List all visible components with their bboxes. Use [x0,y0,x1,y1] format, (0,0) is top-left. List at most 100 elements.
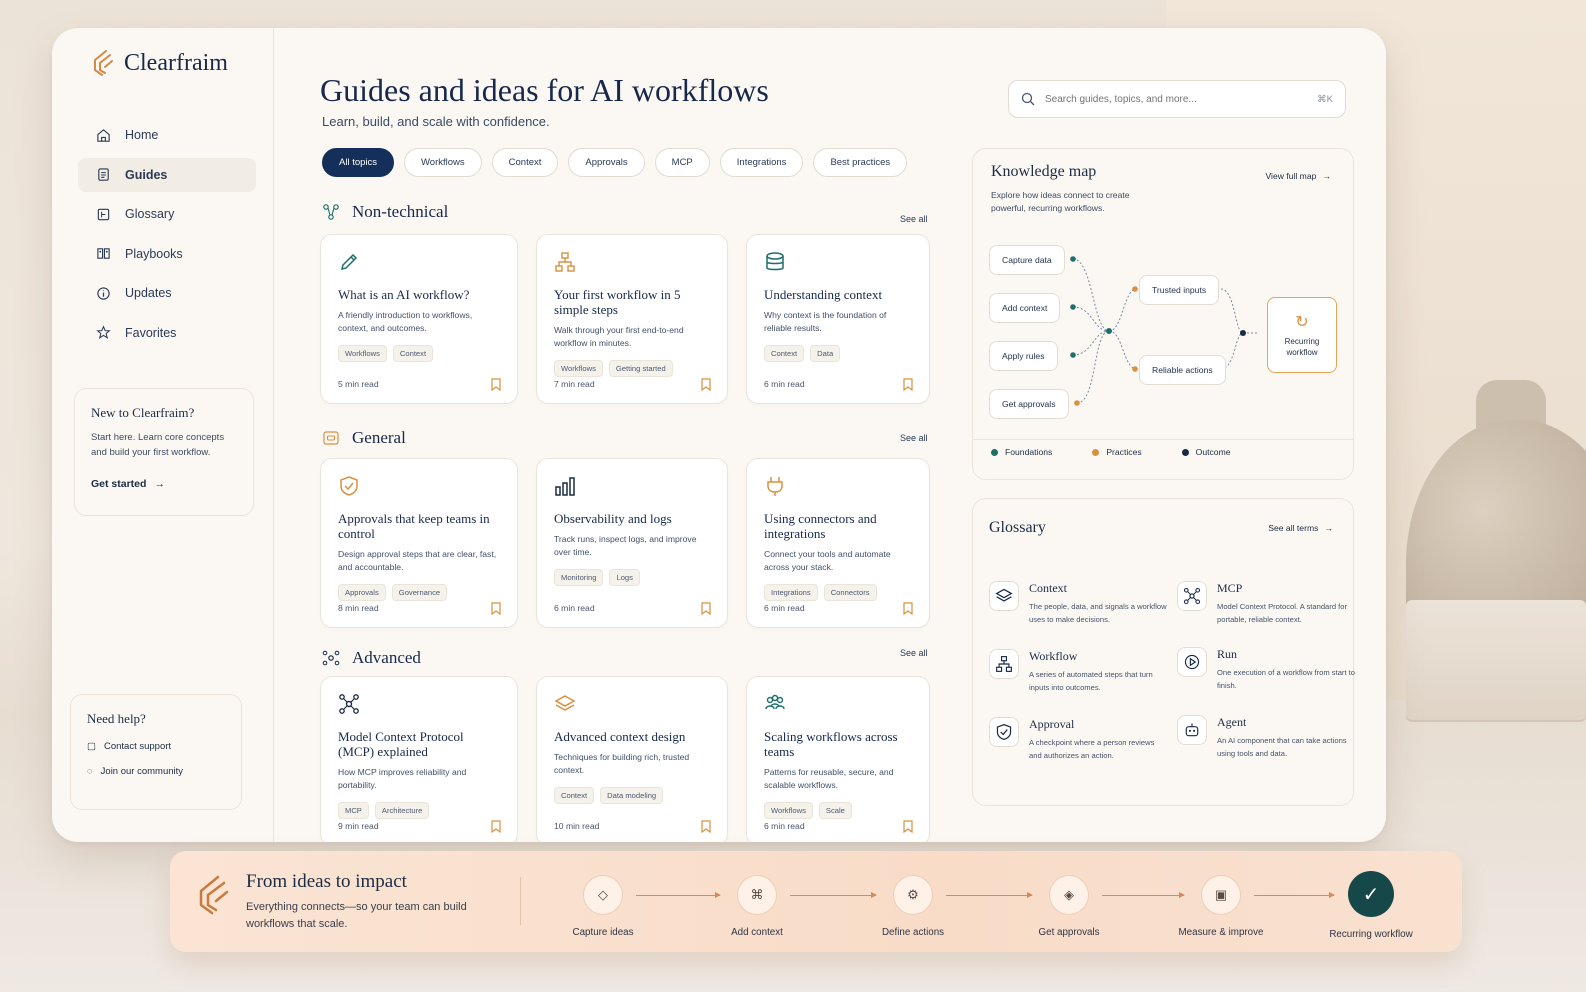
tag[interactable]: Getting started [608,359,673,377]
guide-card[interactable]: Using connectors and integrations Connect… [746,458,930,628]
impact-step[interactable]: ⚙ Define actions [858,875,968,938]
impact-step[interactable]: ⌘ Add context [702,875,812,938]
step-label: Add context [731,927,783,938]
search-input[interactable] [1045,93,1308,105]
get-started-link[interactable]: Get started → [91,478,237,490]
bookmark-icon[interactable] [903,602,913,615]
glossary-item[interactable]: Context The people, data, and signals a w… [989,581,1169,627]
tag[interactable]: Logs [609,568,640,586]
tag[interactable]: Data modeling [600,786,664,804]
tag[interactable]: Workflows [338,344,387,362]
bookmark-icon[interactable] [903,378,913,391]
map-node-add-context[interactable]: Add context [989,293,1061,323]
tag[interactable]: MCP [338,801,369,819]
topic-chip-workflows[interactable]: Workflows [404,148,482,177]
tag[interactable]: Workflows [554,359,603,377]
card-tags: Monitoring Logs [554,568,711,586]
bookmark-icon[interactable] [701,602,711,615]
map-node-get-approvals[interactable]: Get approvals [989,389,1069,419]
tag[interactable]: Monitoring [554,568,604,586]
step-circle: ◈ [1049,875,1089,915]
guide-card[interactable]: Understanding context Why context is the … [746,234,930,404]
playbook-icon [97,248,110,259]
bookmark-icon[interactable] [491,378,501,391]
tag[interactable]: Data [810,344,841,362]
see-all-link[interactable]: See all [900,433,928,443]
topic-chip-mcp[interactable]: MCP [654,148,710,177]
glossary-term: Run [1217,647,1238,661]
guide-card[interactable]: Scaling workflows across teams Patterns f… [746,676,930,842]
topic-filters: All topics Workflows Context Approvals MCP In… [322,148,908,177]
tag[interactable]: Scale [818,801,852,819]
bookmark-icon[interactable] [701,378,711,391]
glossary-item[interactable]: Workflow A series of automated steps that… [989,649,1169,695]
map-node-trusted-inputs[interactable]: Trusted inputs [1139,275,1220,305]
tag[interactable]: Context [392,344,434,362]
glossary-definition: A checkpoint where a person reviews and … [1029,738,1155,760]
impact-step[interactable]: ▣ Measure & improve [1166,875,1276,938]
bookmark-icon[interactable] [491,820,501,833]
topic-chip-all-topics[interactable]: All topics [322,148,395,177]
sidebar-item-favorites[interactable]: Favorites [78,316,256,350]
impact-step[interactable]: ✓ Recurring workflow [1316,871,1426,940]
bookmark-icon[interactable] [903,820,913,833]
see-all-link[interactable]: See all [900,648,928,658]
see-all-terms-link[interactable]: See all terms → [1268,523,1333,533]
map-node-outcome[interactable]: ↻ Recurring workflow [1267,297,1337,373]
new-user-title: New to Clearfraim? [91,405,195,420]
guide-card[interactable]: Observability and logs Track runs, inspec… [536,458,728,628]
tag[interactable]: Governance [391,583,448,601]
topic-chip-context[interactable]: Context [491,148,559,177]
glossary-item[interactable]: Approval A checkpoint where a person revi… [989,717,1169,763]
tag[interactable]: Architecture [374,801,430,819]
see-all-link[interactable]: See all [900,214,928,224]
tag[interactable]: Connectors [823,583,877,601]
flow-icon [555,252,575,272]
glossary-item[interactable]: Run One execution of a workflow from star… [1177,647,1357,693]
glossary-item[interactable]: MCP Model Context Protocol. A standard fo… [1177,581,1357,627]
sidebar-item-playbooks[interactable]: Playbooks [78,237,256,271]
sidebar-item-home[interactable]: Home [78,118,256,152]
logo[interactable]: Clearfraim [90,48,228,78]
topic-chip-best-practices[interactable]: Best practices [813,148,908,177]
guide-card[interactable]: Your first workflow in 5 simple steps Wal… [536,234,728,404]
search-icon [1021,92,1035,106]
guide-card[interactable]: Approvals that keep teams in control Desi… [320,458,518,628]
glossary-icon-box [1177,647,1207,677]
bar-chart-icon [555,477,575,496]
read-time: 6 min read [764,603,805,613]
guide-card[interactable]: Model Context Protocol (MCP) explained Ho… [320,676,518,842]
step-circle: ⌘ [737,875,777,915]
map-node-apply-rules[interactable]: Apply rules [989,341,1058,371]
tag[interactable]: Approvals [338,583,386,601]
community-link[interactable]: ◌ Join our community [87,766,225,777]
topic-chip-approvals[interactable]: Approvals [568,148,645,177]
sidebar-item-updates[interactable]: Updates [78,276,256,310]
contact-support-label: Contact support [103,741,172,752]
impact-step[interactable]: ◈ Get approvals [1014,875,1124,938]
glossary-item[interactable]: Agent An AI component that can take actio… [1177,715,1357,761]
sidebar-item-glossary[interactable]: Glossary [78,197,256,231]
tag[interactable]: Context [554,786,595,804]
bookmark-icon[interactable] [491,602,501,615]
topic-chip-integrations[interactable]: Integrations [719,148,804,177]
search-bar[interactable]: ⌘K [1008,80,1346,118]
tag[interactable]: Context [764,344,805,362]
step-circle: ◇ [583,875,623,915]
shortcut-hint: ⌘K [1317,93,1333,105]
bookmark-icon[interactable] [701,820,711,833]
card-description: Connect your tools and automate across y… [764,548,891,573]
sidebar-item-label: Glossary [125,207,175,221]
card-row-advanced: Model Context Protocol (MCP) explained Ho… [320,676,930,842]
card-tags: Context Data [764,344,913,362]
map-node-capture-data[interactable]: Capture data [989,245,1065,275]
guide-card[interactable]: Advanced context design Techniques for bu… [536,676,728,842]
map-node-reliable-actions[interactable]: Reliable actions [1139,355,1226,385]
refresh-icon: ↻ [1295,313,1309,331]
guide-card[interactable]: What is an AI workflow? A friendly introd… [320,234,518,404]
tag[interactable]: Workflows [764,801,813,819]
contact-support-link[interactable]: ▢ Contact support [87,741,225,752]
impact-step[interactable]: ◇ Capture ideas [548,875,658,938]
sidebar-item-guides[interactable]: Guides [78,157,256,192]
tag[interactable]: Integrations [764,583,818,601]
